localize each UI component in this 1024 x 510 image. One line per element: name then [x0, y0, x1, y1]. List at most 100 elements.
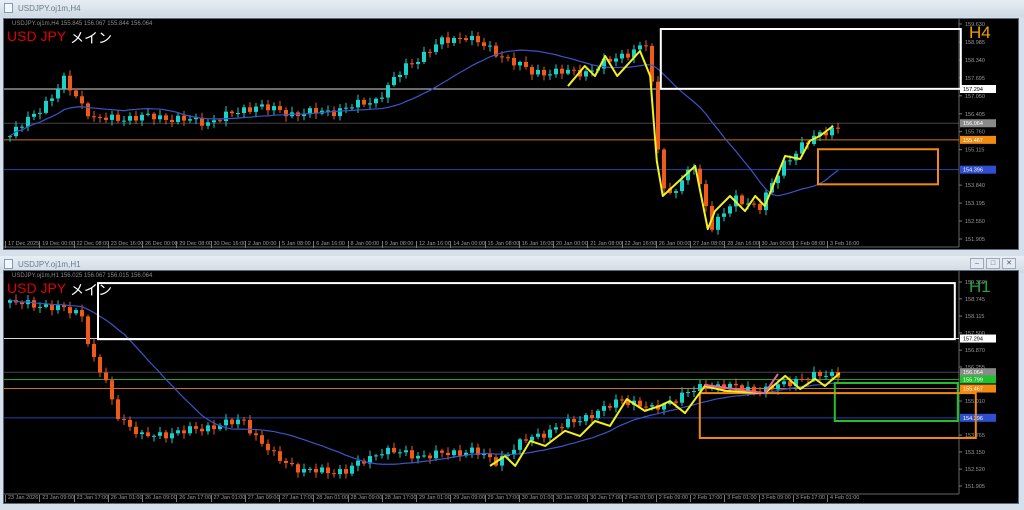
candle-up: [236, 419, 240, 425]
candle-down: [332, 473, 336, 475]
candle-down: [146, 432, 150, 437]
candle-down: [104, 117, 108, 120]
candle-down: [254, 433, 258, 436]
chart-canvas[interactable]: 159.630158.985158.340157.695157.050156.4…: [4, 19, 1018, 249]
orange-zone-rectangle: [817, 148, 939, 186]
candle-up: [374, 455, 378, 457]
candle-down: [362, 99, 366, 105]
window-title: USDJPY.oj1m,H4: [18, 4, 81, 13]
candle-down: [428, 51, 432, 53]
candle-up: [188, 426, 192, 434]
candle-down: [428, 455, 432, 459]
candle-up: [536, 69, 540, 75]
candle-down: [542, 433, 546, 438]
candle-down: [314, 468, 318, 473]
candle-up: [8, 136, 12, 138]
candle-down: [278, 451, 282, 461]
candle-up: [452, 37, 456, 43]
time-tick-label: 21 Jan 08:00: [587, 241, 622, 248]
chart-window-h4[interactable]: USDJPY.oj1m,H4 159.630 158.985 158.340 157.…: [0, 0, 1024, 252]
time-tick-label: 29 Jan 17:00: [484, 495, 519, 502]
price-tick-label: 158.340: [965, 58, 985, 64]
candle-down: [758, 203, 762, 211]
close-button[interactable]: ✕: [1002, 258, 1016, 269]
candle-up: [146, 113, 150, 115]
price-tick-label: 153.840: [965, 183, 985, 189]
candle-down: [284, 460, 288, 463]
candle-down: [32, 300, 36, 308]
price-marker-label: 155.467: [963, 138, 983, 144]
candle-down: [230, 111, 234, 114]
price-marker-label: 156.064: [963, 370, 983, 376]
candle-up: [434, 44, 438, 52]
time-tick-label: 29 Jan 01:00: [416, 495, 451, 502]
candle-up: [680, 392, 684, 403]
chart-canvas[interactable]: 159.360158.745158.115157.500156.870156.2…: [4, 271, 1018, 503]
price-tick-label: 156.870: [965, 348, 985, 354]
time-tick-label: 9 Jan 08:00: [381, 241, 414, 248]
candle-up: [176, 430, 180, 434]
candle-down: [506, 57, 510, 59]
price-marker-label: 154.396: [963, 416, 983, 422]
time-tick-label: 3 Feb 17:00: [792, 495, 825, 502]
time-tick-label: 17 Dec 2025: [5, 241, 39, 248]
candle-up: [350, 465, 354, 474]
window-titlebar[interactable]: USDJPY.oj1m,H4: [0, 0, 1024, 17]
candle-down: [98, 356, 102, 373]
chart-window-icon: [4, 259, 13, 269]
candle-up: [110, 114, 114, 120]
candle-up: [434, 450, 438, 459]
candle-down: [704, 184, 708, 207]
minimize-button[interactable]: –: [970, 258, 984, 269]
candle-down: [524, 439, 528, 441]
candle-down: [608, 406, 612, 408]
price-chart-h4[interactable]: 159.630 158.985 158.340 157.695 157.050 156.4…: [3, 18, 1019, 250]
price-tick-label: 155.115: [965, 148, 984, 154]
price-marker-label: 155.467: [963, 387, 983, 393]
time-tick-label: 14 Jan 00:00: [450, 241, 485, 248]
candle-down: [674, 401, 678, 403]
time-tick-label: 28 Jan 16:00: [724, 241, 759, 248]
candle-up: [416, 61, 420, 64]
candle-up: [32, 113, 36, 117]
main-label: メイン: [70, 282, 112, 298]
time-tick-label: 3 Feb 01:00: [724, 495, 757, 502]
candle-up: [470, 447, 474, 453]
candle-up: [518, 61, 522, 66]
candle-up: [344, 107, 348, 109]
candle-up: [824, 375, 828, 377]
candle-down: [530, 66, 534, 75]
candle-up: [44, 304, 48, 307]
candle-up: [50, 98, 54, 101]
candle-up: [584, 415, 588, 422]
candle-up: [236, 113, 240, 115]
candle-down: [656, 81, 660, 150]
time-tick-label: 20 Jan 00:00: [553, 241, 588, 248]
candle-up: [20, 126, 24, 128]
window-title: USDJPY.oj1m,H1: [18, 260, 81, 269]
candle-down: [134, 426, 138, 435]
candle-up: [368, 103, 372, 105]
candle-up: [224, 419, 228, 426]
candle-up: [398, 74, 402, 78]
candle-down: [152, 113, 156, 120]
candle-down: [836, 127, 840, 129]
candle-up: [62, 75, 66, 89]
candle-down: [164, 432, 168, 439]
candle-down: [86, 316, 90, 344]
maximize-button[interactable]: □: [986, 258, 1000, 269]
candle-down: [128, 419, 132, 427]
candle-down: [446, 452, 450, 456]
candle-down: [134, 116, 138, 121]
pink-trend-line: [704, 373, 779, 395]
candle-up: [128, 116, 132, 121]
price-tick-label: 158.115: [965, 314, 984, 320]
chart-window-h1[interactable]: USDJPY.oj1m,H1 – □ ✕ 159.360 158.745 158.1…: [0, 256, 1024, 510]
time-tick-label: 12 Jan 16:00: [416, 241, 451, 248]
candle-up: [470, 35, 474, 41]
price-chart-h1[interactable]: 159.360 158.745 158.115 157.500 156.870 156.2…: [3, 270, 1019, 504]
candle-down: [326, 467, 330, 474]
price-tick-label: 153.150: [965, 450, 985, 456]
candle-up: [56, 305, 60, 311]
candle-up: [158, 432, 162, 436]
